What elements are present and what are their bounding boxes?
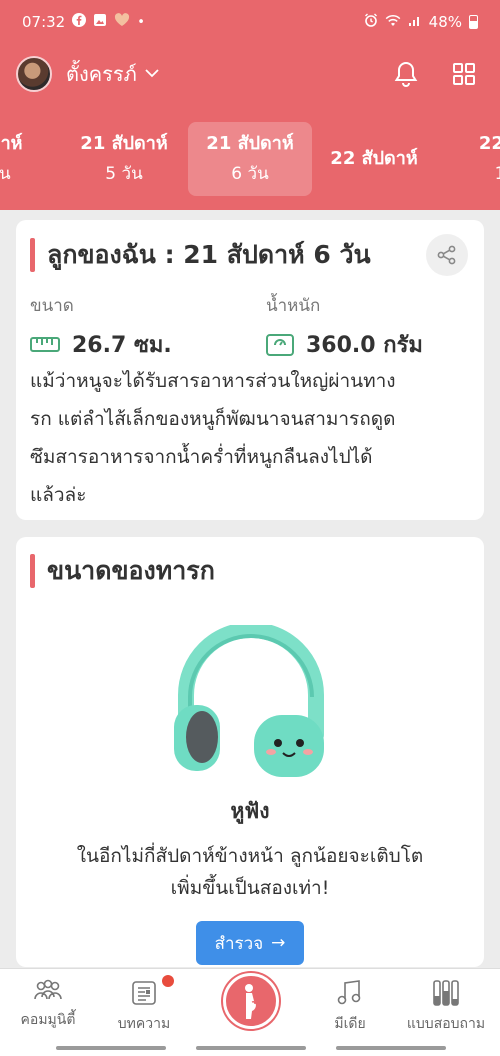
nav-community[interactable]: คอมมูนิตี้ xyxy=(0,979,96,1031)
chevron-down-icon[interactable] xyxy=(145,66,159,82)
gesture-bar xyxy=(196,1046,306,1050)
weight-value-row: 360.0 กรัม xyxy=(266,327,423,362)
weight-value: 360.0 กรัม xyxy=(306,333,423,358)
size-value-row: 26.7 ซม. xyxy=(30,327,172,362)
battery-icon xyxy=(469,15,478,29)
size-value: 26.7 ซม. xyxy=(72,333,172,358)
status-time: 07:32 xyxy=(22,13,66,31)
pregnant-icon xyxy=(245,984,256,1019)
week-selector: ปดาห์ วัน 21 สัปดาห์ 5 วัน 21 สัปดาห์ 6 … xyxy=(0,122,500,196)
weight-label: น้ำหนัก xyxy=(266,296,321,316)
headphones-illustration xyxy=(174,625,324,777)
week-label: ปดาห์ xyxy=(0,133,23,154)
week-tab-selected[interactable]: 21 สัปดาห์ 6 วัน xyxy=(188,122,312,196)
app-bar-actions xyxy=(392,60,484,88)
community-icon xyxy=(34,979,62,1000)
description-line: ในอีกไม่กี่สัปดาห์ข้างหน้า ลูกน้อยจะเติบ… xyxy=(76,845,424,867)
baby-info-card: ลูกของฉัน : 21 สัปดาห์ 6 วัน ขนาด 26.7 ซ… xyxy=(16,220,484,520)
day-label: 5 วัน xyxy=(105,164,143,184)
battery-percent: 48% xyxy=(428,13,462,31)
article-icon xyxy=(132,981,156,1005)
status-bar: 07:32 • 48% xyxy=(0,0,500,44)
nav-quiz-label: แบบสอบถาม xyxy=(406,1016,486,1032)
heart-icon xyxy=(114,13,130,31)
ruler-icon xyxy=(30,336,60,352)
nav-media-label: มีเดีย xyxy=(334,1016,366,1032)
week-label: 22 สัปดาห์ xyxy=(330,148,418,169)
size-label: ขนาด xyxy=(30,296,74,316)
weight-measure: น้ำหนัก 360.0 กรัม xyxy=(266,292,423,362)
text-line: แม้ว่าหนูจะได้รับสารอาหารส่วนใหญ่ผ่านทาง xyxy=(30,370,396,392)
music-icon xyxy=(337,980,361,1005)
status-right: 48% xyxy=(364,13,478,31)
bell-icon[interactable] xyxy=(392,60,420,88)
size-measure: ขนาด 26.7 ซม. xyxy=(30,292,172,362)
gesture-bar xyxy=(56,1046,166,1050)
week-label: 21 สัปดาห์ xyxy=(206,133,294,154)
baby-size-card: ขนาดของทารก หูฟัง ในอีกไม่กี่สัปดาห์ข้าง… xyxy=(16,537,484,967)
notification-badge xyxy=(162,975,174,987)
nav-articles-label: บทความ xyxy=(117,1016,171,1032)
accent-bar xyxy=(30,238,35,272)
app-bar: ตั้งครรภ์ xyxy=(0,50,500,98)
nav-pregnancy-home[interactable] xyxy=(223,973,279,1029)
status-left: 07:32 • xyxy=(22,13,145,31)
gallery-icon xyxy=(93,13,107,31)
quiz-icon xyxy=(433,980,459,1006)
day-label: 6 วัน xyxy=(231,164,269,184)
text-line: รก แต่ลำไส้เล็กของหนูก็พัฒนาจนสามารถดูด xyxy=(30,408,396,430)
explore-label: สำรวจ xyxy=(214,933,264,954)
card-title-row: ลูกของฉัน : 21 สัปดาห์ 6 วัน xyxy=(16,220,484,276)
day-label: 1 xyxy=(494,164,500,184)
share-icon[interactable] xyxy=(426,234,468,276)
bottom-nav: คอมมูนิตี้ บทความ มีเดีย แบบสอบถาม xyxy=(0,968,500,1056)
wifi-icon xyxy=(385,13,401,31)
gesture-bar xyxy=(336,1046,446,1050)
alarm-icon xyxy=(364,13,378,31)
nav-articles[interactable]: บทความ xyxy=(96,975,192,1035)
card-title: ขนาดของทารก xyxy=(47,556,215,585)
header: 07:32 • 48% ตั้งครรภ์ าห์ น 21 สัปดาห์ 5… xyxy=(0,0,500,210)
description-line: เพิ่มขึ้นเป็นสองเท่า! xyxy=(170,877,330,899)
arrow-right-icon: → xyxy=(271,933,286,953)
nav-community-label: คอมมูนิตี้ xyxy=(20,1012,76,1028)
comparison-description: ในอีกไม่กี่สัปดาห์ข้างหน้า ลูกน้อยจะเติบ… xyxy=(16,840,484,904)
profile-name[interactable]: ตั้งครรภ์ xyxy=(66,58,137,90)
explore-button[interactable]: สำรวจ → xyxy=(196,921,304,965)
development-text: แม้ว่าหนูจะได้รับสารอาหารส่วนใหญ่ผ่านทาง… xyxy=(30,362,478,514)
week-tab[interactable]: ปดาห์ วัน xyxy=(0,122,62,196)
week-tab[interactable]: 21 สัปดาห์ 5 วัน xyxy=(62,122,186,196)
comparison-object-name: หูฟัง xyxy=(230,799,270,823)
facebook-icon xyxy=(72,13,87,31)
week-label: 22 สั xyxy=(478,133,500,154)
avatar[interactable] xyxy=(16,56,52,92)
text-line: ซึมสารอาหารจากน้ำคร่ำที่หนูกลืนลงไปได้ xyxy=(30,446,373,468)
nav-quiz[interactable]: แบบสอบถาม xyxy=(398,979,494,1035)
scale-icon xyxy=(266,333,294,356)
day-label: วัน xyxy=(0,164,11,184)
nav-media[interactable]: มีเดีย xyxy=(302,979,398,1035)
week-tab[interactable]: 22 สัปดาห์ xyxy=(312,122,436,196)
grid-menu-icon[interactable] xyxy=(450,60,478,88)
dot-icon: • xyxy=(137,14,145,30)
card-title: ลูกของฉัน : 21 สัปดาห์ 6 วัน xyxy=(47,240,371,269)
text-line: แล้วล่ะ xyxy=(30,484,87,506)
week-label: 21 สัปดาห์ xyxy=(80,133,168,154)
card-title-row: ขนาดของทารก xyxy=(16,537,484,591)
signal-icon xyxy=(408,13,422,31)
week-tab[interactable]: 22 สั 1 xyxy=(438,122,500,196)
accent-bar xyxy=(30,554,35,588)
